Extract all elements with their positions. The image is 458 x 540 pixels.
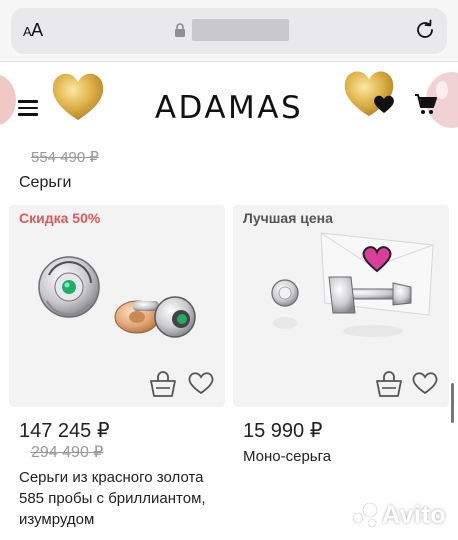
reload-icon[interactable] xyxy=(413,18,437,42)
site-header: ADAMAS xyxy=(0,62,458,144)
product-name-line: изумрудом xyxy=(19,511,95,528)
product-name[interactable]: Моно-серьга xyxy=(243,446,331,467)
product-card[interactable]: Лучшая цена xyxy=(233,205,449,407)
url-field[interactable]: AAAA xyxy=(11,8,447,54)
browser-address-bar: AAAA xyxy=(0,0,458,62)
heart-icon[interactable] xyxy=(373,94,395,114)
sale-badge: Скидка 50% xyxy=(19,210,101,226)
scrollbar[interactable] xyxy=(451,383,454,423)
cart-icon[interactable] xyxy=(414,93,438,115)
product-price: 147 245 ₽ xyxy=(19,420,110,442)
text-size-button[interactable]: AAAA xyxy=(23,20,43,41)
product-old-price: 294 490 ₽ xyxy=(31,444,104,461)
favorite-heart-icon[interactable] xyxy=(411,371,439,395)
best-price-badge: Лучшая цена xyxy=(243,210,333,226)
avito-watermark-text: Avito xyxy=(382,501,447,529)
product-name-line: 585 пробы с бриллиантом, xyxy=(19,490,206,507)
url-text-redacted xyxy=(192,19,289,41)
favorite-heart-icon[interactable] xyxy=(187,371,215,395)
shopping-bag-icon[interactable] xyxy=(149,371,177,397)
product-card[interactable]: Скидка 50% xyxy=(9,205,225,407)
previous-product-old-price: 554 490 ₽ xyxy=(31,149,99,166)
product-name[interactable]: Серьги из красного золота 585 пробы с бр… xyxy=(19,467,206,530)
shopping-bag-icon[interactable] xyxy=(375,371,403,397)
lock-icon xyxy=(175,23,185,37)
product-name-line: Серьги из красного золота xyxy=(19,469,204,486)
previous-product-name[interactable]: Серьги xyxy=(19,174,71,192)
product-price: 15 990 ₽ xyxy=(243,420,323,442)
